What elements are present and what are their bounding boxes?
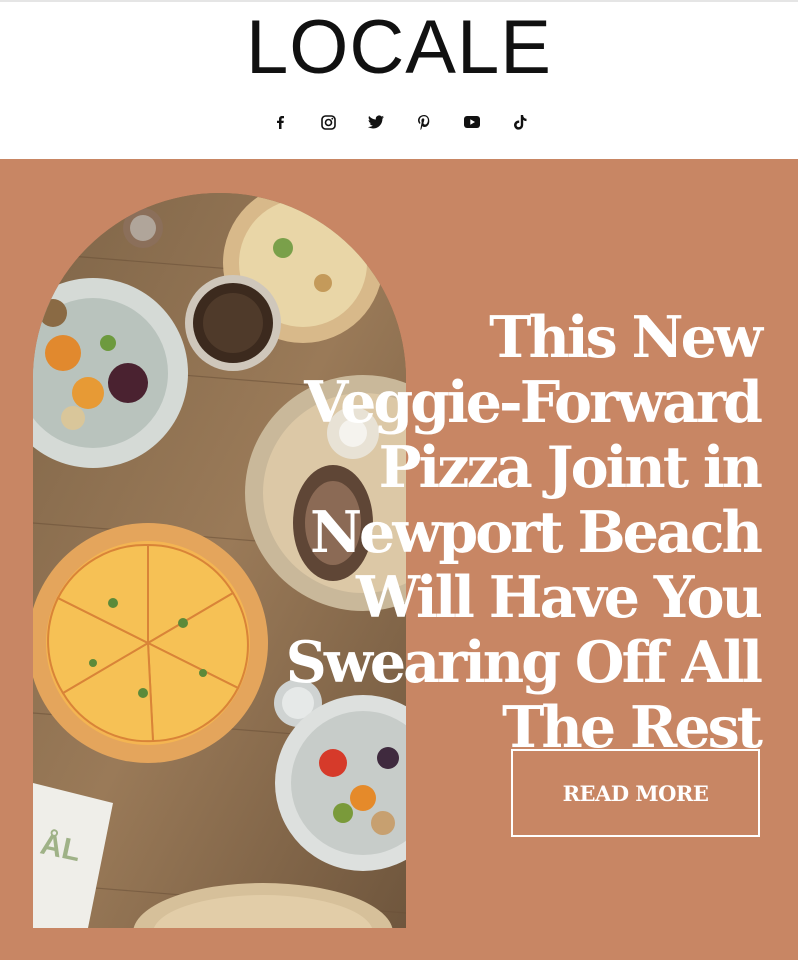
instagram-icon[interactable] [310, 110, 346, 134]
article-headline[interactable]: This New Veggie-Forward Pizza Joint in N… [280, 305, 763, 760]
site-logo[interactable]: LOCALE [0, 8, 798, 88]
twitter-icon[interactable] [358, 110, 394, 134]
tiktok-icon[interactable] [502, 110, 538, 134]
site-header: LOCALE [0, 2, 798, 159]
read-more-button[interactable]: READ MORE [511, 749, 760, 837]
pinterest-icon[interactable] [406, 110, 442, 134]
social-links [262, 110, 538, 134]
youtube-icon[interactable] [454, 110, 490, 134]
featured-article: ÅL This New Veggie-Forward Pizza Joint i… [0, 159, 798, 960]
facebook-icon[interactable] [262, 110, 298, 134]
